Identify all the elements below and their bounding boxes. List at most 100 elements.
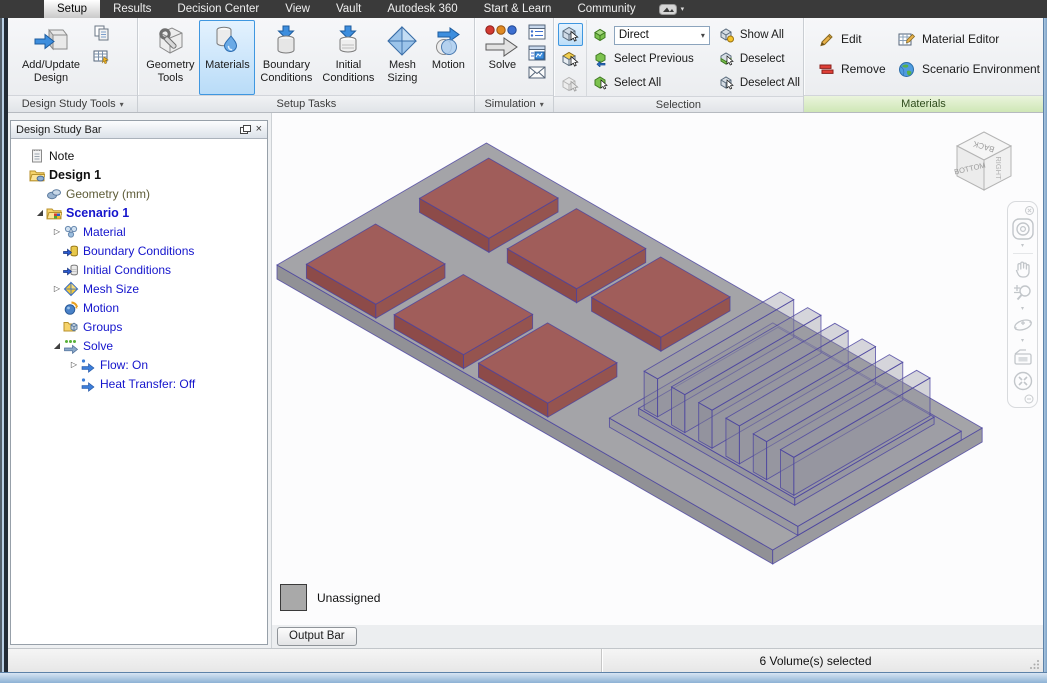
float-panel-icon[interactable] [240, 125, 251, 135]
tab-view[interactable]: View [272, 0, 323, 18]
navbar-collapse-icon[interactable] [1024, 394, 1034, 404]
group-label-selection: Selection [554, 96, 803, 112]
deselect-all-icon [718, 75, 735, 91]
viewport-3d-scene[interactable] [272, 113, 1043, 625]
mesh-sizing-button[interactable]: Mesh Sizing [379, 20, 425, 95]
show-all-icon [718, 27, 735, 43]
deselect-all-button[interactable]: Deselect All [718, 71, 800, 95]
tab-community[interactable]: Community [564, 0, 648, 18]
status-message: 6 Volume(s) selected [601, 649, 1029, 672]
tree-item-material[interactable]: ▷ Material [11, 222, 267, 241]
scenario-environment-icon [898, 61, 916, 78]
select-all-button[interactable]: Select All [592, 71, 710, 95]
select-previous-button[interactable]: Select Previous [592, 47, 710, 71]
tree-item-design-1[interactable]: Design 1 [11, 165, 267, 184]
clone-design-icon[interactable] [93, 24, 111, 42]
chevron-down-icon[interactable]: ▾ [1021, 306, 1024, 312]
design-study-tree: Note Design 1 [11, 139, 267, 644]
initial-conditions-icon [63, 262, 79, 278]
solve-button[interactable]: Solve [478, 20, 526, 95]
zoom-icon[interactable] [1012, 282, 1034, 304]
tree-item-solve[interactable]: ◢ Solve [11, 336, 267, 355]
resize-grip[interactable] [1029, 649, 1043, 672]
tree-item-boundary-conditions[interactable]: Boundary Conditions [11, 241, 267, 260]
select-edges-toggle[interactable] [558, 73, 583, 96]
geometry-tools-button[interactable]: Geometry Tools [141, 20, 199, 95]
tree-item-heat-transfer[interactable]: Heat Transfer: Off [11, 374, 267, 393]
expander-icon[interactable]: ◢ [34, 208, 46, 217]
tab-results[interactable]: Results [100, 0, 164, 18]
motion-button[interactable]: Motion [425, 20, 471, 95]
selection-mode-row: Direct ▾ [592, 23, 710, 47]
window-border-right [1043, 18, 1047, 683]
pan-hand-icon[interactable] [1012, 258, 1034, 280]
tree-item-geometry[interactable]: Geometry (mm) [11, 184, 267, 203]
design-review-icon[interactable] [93, 48, 111, 66]
edit-button[interactable]: Edit [818, 24, 898, 54]
solution-monitor-icon[interactable] [528, 45, 546, 61]
expander-icon[interactable]: ◢ [51, 341, 63, 350]
viewport-3d[interactable]: BACK BOTTOM RIGHT ▾ [271, 113, 1043, 625]
expander-icon[interactable]: ▷ [51, 227, 63, 236]
deselect-button[interactable]: Deselect [718, 47, 800, 71]
tree-item-initial-conditions[interactable]: Initial Conditions [11, 260, 267, 279]
main-area: Design Study Bar × [8, 113, 1043, 648]
navigation-wheel-icon[interactable] [1011, 217, 1035, 241]
flow-icon [80, 357, 96, 373]
group-label-simulation[interactable]: Simulation ▾ [475, 95, 552, 112]
tree-item-note[interactable]: Note [11, 146, 267, 165]
material-editor-button[interactable]: Material Editor [898, 24, 1040, 54]
tree-item-groups[interactable]: Groups [11, 317, 267, 336]
navbar-close-icon[interactable] [1025, 206, 1034, 215]
tab-decision-center[interactable]: Decision Center [164, 0, 272, 18]
group-label-design-study-tools[interactable]: Design Study Tools ▾ [8, 95, 137, 112]
boundary-conditions-icon [63, 243, 79, 259]
boundary-conditions-icon [270, 24, 302, 58]
motion-icon [63, 300, 79, 316]
look-at-icon[interactable] [1012, 346, 1034, 368]
tab-autodesk-360[interactable]: Autodesk 360 [374, 0, 470, 18]
close-panel-icon[interactable]: × [256, 124, 262, 135]
chevron-down-icon[interactable]: ▾ [1021, 243, 1024, 249]
tab-setup[interactable]: Setup [44, 0, 100, 18]
tree-item-scenario-1[interactable]: ◢ Scenario 1 [11, 203, 267, 222]
media-browser-button[interactable]: ▾ [659, 0, 685, 18]
expander-icon[interactable]: ▷ [51, 284, 63, 293]
panel-title: Design Study Bar [16, 124, 102, 136]
add-update-design-button[interactable]: Add/Update Design [11, 20, 91, 95]
output-bar-button[interactable]: Output Bar [277, 627, 357, 646]
orbit-icon[interactable] [1012, 314, 1034, 336]
chevron-down-icon[interactable]: ▾ [1021, 338, 1024, 344]
materials-button[interactable]: Materials [199, 20, 255, 95]
grip-dots-icon [1030, 659, 1040, 669]
tree-item-flow[interactable]: ▷ Flow: On [11, 355, 267, 374]
email-notification-icon[interactable] [528, 66, 546, 79]
remove-button[interactable]: Remove [818, 54, 898, 84]
group-label-setup-tasks: Setup Tasks [138, 95, 474, 112]
selection-mode-dropdown[interactable]: Direct ▾ [614, 26, 710, 45]
mesh-sizing-icon [385, 24, 419, 58]
boundary-conditions-button[interactable]: Boundary Conditions [255, 20, 317, 95]
view-cube[interactable]: BACK BOTTOM RIGHT [941, 123, 1027, 209]
zoom-extents-icon[interactable] [1012, 370, 1034, 392]
select-volume-icon [560, 25, 580, 44]
panel-title-bar[interactable]: Design Study Bar × [11, 121, 267, 139]
tab-start-learn[interactable]: Start & Learn [471, 0, 565, 18]
ribbon-group-selection: Direct ▾ Select Previous [554, 18, 804, 112]
output-bar-strip: Output Bar [271, 625, 1043, 648]
tree-item-mesh-size[interactable]: ▷ Mesh Size [11, 279, 267, 298]
tree-item-motion[interactable]: Motion [11, 298, 267, 317]
initial-conditions-button[interactable]: Initial Conditions [317, 20, 379, 95]
select-edge-icon [560, 75, 580, 94]
menu-bar: Setup Results Decision Center View Vault… [0, 0, 1047, 18]
tab-vault[interactable]: Vault [323, 0, 374, 18]
solution-manager-icon[interactable] [528, 24, 546, 40]
scenario-environment-button[interactable]: Scenario Environment [898, 54, 1040, 84]
dropdown-arrow-icon: ▾ [120, 100, 124, 109]
select-volumes-toggle[interactable] [558, 23, 583, 46]
show-all-button[interactable]: Show All [718, 23, 800, 47]
window-border-bottom [0, 672, 1047, 683]
expander-icon[interactable]: ▷ [68, 360, 80, 369]
solve-tree-icon [63, 338, 79, 354]
select-surfaces-toggle[interactable] [558, 48, 583, 71]
